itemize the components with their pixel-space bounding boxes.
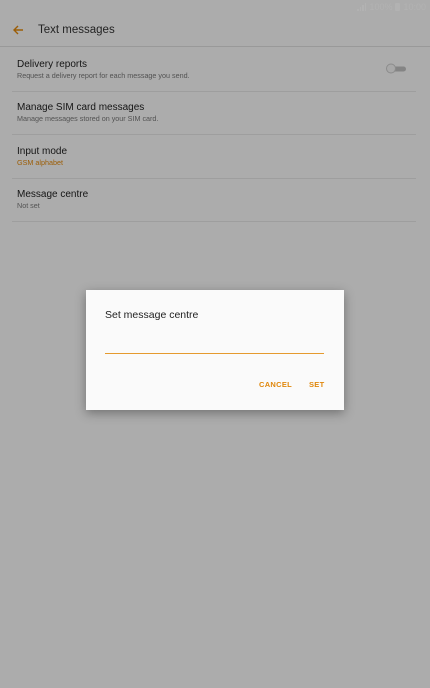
set-message-centre-dialog: Set message centre CANCEL SET <box>86 290 344 410</box>
dialog-title: Set message centre <box>105 309 199 321</box>
message-centre-input[interactable] <box>105 330 324 354</box>
set-button[interactable]: SET <box>309 380 325 389</box>
cancel-button[interactable]: CANCEL <box>259 380 292 389</box>
